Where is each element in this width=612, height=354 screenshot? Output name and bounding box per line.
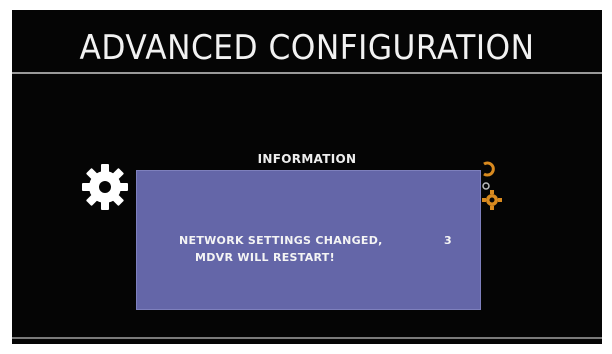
title-divider [12, 72, 602, 74]
dialog-message-line2: MDVR WILL RESTART! [195, 251, 335, 264]
dialog-title: INFORMATION [257, 152, 357, 166]
restart-countdown: 3 [444, 234, 452, 247]
information-dialog: NETWORK SETTINGS CHANGED, 3 MDVR WILL RE… [136, 170, 481, 310]
mdvr-screen: ADVANCED CONFIGURATION INFORMATION NETWO… [12, 10, 602, 344]
dialog-message-line1: NETWORK SETTINGS CHANGED, [179, 234, 383, 247]
bottom-divider [12, 337, 602, 339]
gear-icon [82, 164, 128, 210]
page-title: ADVANCED CONFIGURATION [79, 28, 535, 68]
